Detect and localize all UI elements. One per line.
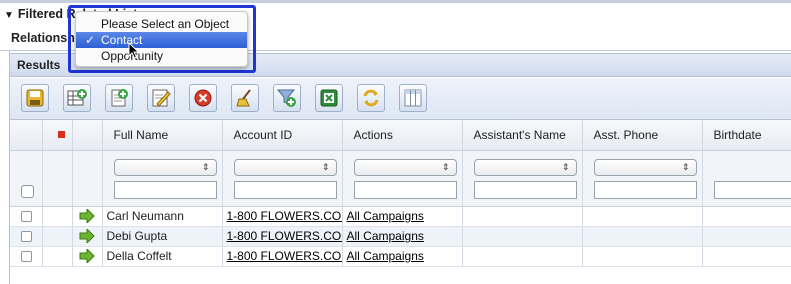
assistant-cell (462, 226, 583, 247)
refresh-icon[interactable] (357, 84, 385, 112)
full-name-cell: Debi Gupta (106, 229, 168, 243)
header-actions[interactable]: Actions (342, 120, 463, 151)
account-id-filter-operator[interactable]: ⇕ (233, 158, 337, 176)
object-select-dropdown[interactable]: Please Select an Object ✓ Contact Opportu… (68, 5, 256, 73)
arrow-right-icon[interactable] (79, 209, 95, 223)
header-select (10, 120, 43, 151)
full-name-cell: Della Coffelt (106, 249, 172, 263)
select-arrows-icon: ⇕ (441, 161, 450, 172)
actions-filter-input[interactable] (353, 180, 457, 199)
dropdown-option-placeholder[interactable]: Please Select an Object (76, 16, 247, 32)
header-birthdate[interactable]: Birthdate (702, 120, 791, 151)
account-id-link[interactable]: 1-800 FLOWERS.COM, I (223, 229, 342, 243)
assistants-name-filter-input[interactable] (473, 180, 577, 199)
edit-icon[interactable] (147, 84, 175, 112)
filter-add-icon[interactable] (273, 84, 301, 112)
new-record-icon[interactable] (105, 84, 133, 112)
clear-filter-broom-icon[interactable] (231, 84, 259, 112)
row-checkbox[interactable] (21, 210, 32, 222)
table-row: Debi Gupta 1-800 FLOWERS.COM, I All Camp… (10, 226, 791, 247)
full-name-filter-operator[interactable]: ⇕ (113, 158, 217, 176)
results-panel: Results Full Name Account ID Actions Ass… (9, 51, 791, 284)
header-full-name[interactable]: Full Name (102, 120, 223, 151)
arrow-right-icon[interactable] (79, 249, 95, 263)
birthdate-cell (702, 206, 791, 227)
checkmark-icon: ✓ (85, 33, 96, 47)
select-arrows-icon: ⇕ (201, 161, 210, 172)
row-checkbox[interactable] (21, 250, 32, 262)
actions-link[interactable]: All Campaigns (343, 249, 424, 263)
select-arrows-icon: ⇕ (561, 161, 570, 172)
header-asst-phone[interactable]: Asst. Phone (582, 120, 703, 151)
actions-link[interactable]: All Campaigns (343, 229, 424, 243)
account-id-link[interactable]: 1-800 FLOWERS.COM, I (223, 209, 342, 223)
select-all-checkbox[interactable] (21, 184, 34, 198)
asst-phone-cell (582, 226, 703, 247)
header-row: Full Name Account ID Actions Assistant's… (10, 120, 791, 151)
table-row: Carl Neumann 1-800 FLOWERS.COM, I All Ca… (10, 206, 791, 227)
results-table: Full Name Account ID Actions Assistant's… (10, 120, 791, 267)
triangle-down-icon[interactable]: ▼ (4, 10, 14, 21)
arrow-right-icon[interactable] (79, 229, 95, 243)
header-action (72, 120, 103, 151)
asst-phone-cell (582, 246, 703, 267)
delete-icon[interactable] (189, 84, 217, 112)
birthdate-cell (702, 246, 791, 267)
birthdate-cell (702, 226, 791, 247)
required-marker-icon (57, 131, 65, 139)
select-arrows-icon: ⇕ (681, 161, 690, 172)
asst-phone-cell (582, 206, 703, 227)
save-icon[interactable] (21, 84, 49, 112)
row-checkbox[interactable] (21, 230, 32, 242)
table-row: Della Coffelt 1-800 FLOWERS.COM, I All C… (10, 246, 791, 267)
toolbar (10, 78, 791, 120)
full-name-cell: Carl Neumann (106, 209, 184, 223)
assistant-cell (462, 206, 583, 227)
dropdown-option-contact[interactable]: ✓ Contact (76, 32, 247, 48)
header-account-id[interactable]: Account ID (222, 120, 343, 151)
header-required (42, 120, 73, 151)
excel-export-icon[interactable] (315, 84, 343, 112)
columns-icon[interactable] (399, 84, 427, 112)
dropdown-option-opportunity[interactable]: Opportunity (76, 48, 247, 64)
birthdate-filter-input[interactable] (713, 180, 791, 199)
mouse-cursor-icon (128, 42, 140, 59)
account-id-filter-input[interactable] (233, 180, 337, 199)
asst-phone-filter-input[interactable] (593, 180, 697, 199)
assistants-name-filter-operator[interactable]: ⇕ (473, 158, 577, 176)
select-arrows-icon: ⇕ (321, 161, 330, 172)
actions-link[interactable]: All Campaigns (343, 209, 424, 223)
actions-filter-operator[interactable]: ⇕ (353, 158, 457, 176)
header-assistants-name[interactable]: Assistant's Name (462, 120, 583, 151)
account-id-link[interactable]: 1-800 FLOWERS.COM, I (223, 249, 342, 263)
filter-row: ⇕ ⇕ ⇕ ⇕ ⇕ (10, 150, 791, 207)
dropdown-menu: Please Select an Object ✓ Contact Opportu… (75, 11, 248, 67)
add-row-icon[interactable] (63, 84, 91, 112)
full-name-filter-input[interactable] (113, 180, 217, 199)
asst-phone-filter-operator[interactable]: ⇕ (593, 158, 697, 176)
assistant-cell (462, 246, 583, 267)
